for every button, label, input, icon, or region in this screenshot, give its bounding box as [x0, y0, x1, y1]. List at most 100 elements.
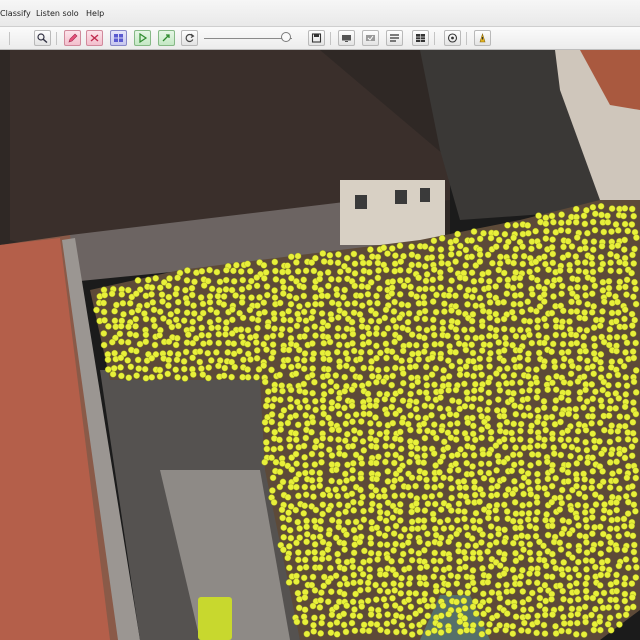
detection-marker — [605, 533, 613, 541]
detection-marker — [468, 253, 476, 260]
detection-marker — [348, 402, 356, 410]
detection-marker — [428, 492, 436, 500]
detection-marker — [399, 550, 407, 558]
list-button[interactable] — [386, 30, 403, 46]
detection-marker — [352, 518, 360, 526]
detection-marker — [484, 578, 492, 586]
detection-marker — [597, 253, 605, 261]
detection-marker — [540, 621, 548, 629]
detection-marker — [615, 612, 623, 620]
detection-marker — [455, 500, 463, 508]
detection-marker — [588, 260, 596, 268]
detection-marker — [624, 510, 632, 517]
detection-marker — [436, 469, 443, 476]
detection-marker — [448, 452, 456, 460]
detection-marker — [399, 347, 407, 355]
detection-marker — [292, 430, 299, 437]
detection-marker — [517, 524, 525, 532]
detection-marker — [583, 539, 590, 546]
detection-marker — [200, 282, 208, 289]
detection-marker — [328, 477, 335, 485]
detection-marker — [501, 230, 509, 238]
detection-marker — [492, 332, 499, 340]
detection-marker — [350, 250, 358, 258]
image-viewport[interactable] — [0, 50, 640, 640]
detection-marker — [492, 539, 500, 546]
detection-marker — [629, 429, 637, 437]
grid-icon — [114, 34, 123, 42]
detection-marker — [377, 626, 384, 634]
detection-marker — [429, 429, 437, 437]
detection-marker — [422, 389, 430, 397]
detection-marker — [628, 269, 635, 277]
detection-marker — [503, 581, 510, 589]
detection-marker — [597, 322, 604, 330]
save-button[interactable] — [308, 30, 325, 46]
detection-marker — [384, 525, 391, 533]
detection-marker — [405, 402, 413, 409]
detection-marker — [566, 582, 574, 590]
overlay-button[interactable] — [362, 30, 379, 46]
detection-marker — [487, 523, 495, 530]
detection-marker — [174, 274, 181, 282]
detection-marker — [142, 331, 150, 339]
detection-marker — [479, 491, 487, 498]
detection-marker — [477, 469, 484, 476]
detection-marker — [454, 466, 462, 474]
detection-marker — [439, 602, 447, 610]
detection-marker — [120, 310, 127, 318]
zoom-slider-track[interactable] — [204, 38, 292, 39]
detection-marker — [336, 268, 344, 275]
refresh-button[interactable] — [181, 30, 198, 46]
detection-marker — [576, 326, 584, 333]
aerial-crowd-image[interactable] — [0, 50, 640, 640]
detection-marker — [567, 370, 575, 378]
detection-marker — [360, 364, 368, 372]
detection-marker — [376, 502, 383, 510]
detection-marker — [528, 451, 536, 458]
table-button[interactable] — [412, 30, 429, 46]
detection-marker — [104, 356, 112, 364]
menu-listen-solo[interactable]: Listen solo — [36, 8, 79, 20]
zoom-button[interactable] — [34, 30, 51, 46]
detection-marker — [472, 334, 480, 342]
detection-marker — [488, 476, 496, 484]
detection-marker — [542, 322, 550, 330]
play-button[interactable] — [134, 30, 151, 46]
detection-marker — [268, 354, 275, 362]
detection-marker — [456, 358, 464, 365]
detection-marker — [375, 420, 383, 428]
detection-marker — [148, 373, 156, 381]
detection-marker — [364, 390, 372, 398]
grid-button[interactable] — [110, 30, 127, 46]
detection-marker — [600, 514, 607, 522]
target-button[interactable] — [444, 30, 461, 46]
detection-marker — [528, 238, 536, 245]
detection-marker — [592, 388, 599, 396]
erase-button[interactable] — [86, 30, 103, 46]
detection-marker — [294, 268, 302, 275]
detection-marker — [335, 444, 343, 452]
detection-marker — [556, 506, 564, 513]
menu-help[interactable]: Help — [86, 8, 104, 20]
detection-marker — [301, 556, 309, 564]
zoom-slider-thumb[interactable] — [281, 32, 291, 42]
detection-marker — [440, 525, 448, 532]
detection-marker — [392, 323, 400, 331]
detection-marker — [342, 362, 350, 370]
toolbar-separator — [330, 32, 331, 45]
menu-classify[interactable]: Classify — [0, 8, 31, 20]
detection-marker — [295, 316, 303, 323]
detection-marker — [606, 326, 614, 333]
auto-detect-button[interactable] — [158, 30, 175, 46]
display-button[interactable] — [338, 30, 355, 46]
detection-marker — [613, 458, 620, 466]
detection-marker — [621, 254, 629, 262]
info-button[interactable] — [474, 30, 491, 46]
annotate-button[interactable] — [64, 30, 81, 46]
detection-marker — [358, 603, 366, 610]
detection-marker — [628, 452, 636, 460]
detection-marker — [461, 605, 469, 612]
detection-marker — [109, 370, 117, 378]
detection-marker — [398, 574, 405, 582]
